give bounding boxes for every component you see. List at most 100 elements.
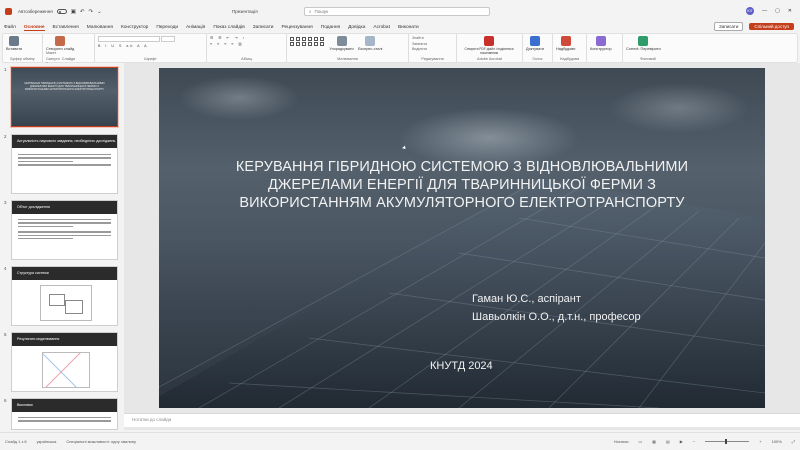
tab-design[interactable]: Конструктор: [121, 25, 148, 30]
thumbnail-title: КЕРУВАННЯ ГІБРИДНОЮ СИСТЕМОЮ З ВІДНОВЛЮВ…: [24, 82, 105, 91]
normal-view-icon[interactable]: ▭: [638, 439, 642, 444]
tab-view[interactable]: Подання: [321, 25, 340, 30]
slide-footer[interactable]: КНУТД 2024: [430, 360, 493, 372]
customize-toolbar-icon[interactable]: ⌄: [97, 9, 102, 15]
close-icon[interactable]: ✕: [788, 8, 792, 14]
arrange-icon: [336, 36, 347, 46]
shapes-gallery[interactable]: [290, 37, 325, 46]
designer-icon: [595, 36, 606, 46]
quick-styles-icon: [365, 36, 376, 46]
tab-animations[interactable]: Анімація: [186, 25, 205, 30]
tab-review[interactable]: Рецензування: [281, 25, 312, 30]
paste-button[interactable]: Вставити: [6, 36, 22, 51]
autosave-label: Автозбереження: [18, 9, 53, 14]
acrobat-icon: [484, 36, 494, 46]
avatar[interactable]: ЮГ: [746, 7, 755, 15]
search-icon: ⌕: [309, 9, 312, 14]
tab-transitions[interactable]: Переходи: [156, 25, 178, 30]
group-label-font: Шрифт: [144, 57, 157, 61]
notes-placeholder: Нотатки до слайда: [132, 417, 172, 422]
thumbnail-background: КЕРУВАННЯ ГІБРИДНОЮ СИСТЕМОЮ З ВІДНОВЛЮВ…: [12, 68, 117, 126]
group-label-editing: Редагування: [421, 57, 444, 61]
correct-button[interactable]: Correct: Перевірити: [626, 36, 661, 51]
dictate-button[interactable]: Диктувати: [526, 36, 544, 51]
search-input[interactable]: ⌕ Пошук: [304, 7, 490, 16]
notes-pane[interactable]: Нотатки до слайда: [124, 413, 800, 427]
tab-help[interactable]: Довідка: [348, 25, 365, 30]
thumbnail-title: Структура системи: [12, 267, 117, 280]
notes-toggle-button[interactable]: Нотатки: [614, 439, 629, 444]
select-button[interactable]: Виділити: [412, 47, 453, 53]
solar-panels-background: [159, 178, 765, 408]
group-label-slides: Слайди: [61, 57, 76, 61]
thumbnail-preview[interactable]: Об'єкт дослідження: [11, 200, 118, 260]
group-label-acrobat: Adobe Acrobat: [477, 57, 502, 61]
tab-draw[interactable]: Малювання: [87, 25, 113, 30]
group-paragraph: ☰ ☰ ⇤ ⇥ ↕ ≡ ≡ ≡ ≡ ▥ Абзац: [207, 34, 287, 62]
tab-slideshow[interactable]: Показ слайдів: [213, 25, 244, 30]
thumbnail-preview[interactable]: Результати моделювання: [11, 332, 118, 392]
paste-icon: [9, 36, 20, 46]
zoom-out-icon[interactable]: −: [693, 439, 695, 444]
tab-execute[interactable]: Виконати: [398, 25, 419, 30]
group-editing: Знайти Замінити Виділити Редагування: [409, 34, 457, 62]
font-family-select[interactable]: [98, 36, 160, 42]
thumbnail-preview[interactable]: Структура системи: [11, 266, 118, 326]
group-slides: Створити слайд Макет Скинути Розділ Слай…: [43, 34, 95, 66]
share-button[interactable]: Спільний доступ: [749, 23, 794, 30]
group-label-voice: Голос: [532, 57, 543, 61]
language-indicator[interactable]: українська: [37, 439, 57, 444]
addins-icon: [560, 36, 571, 46]
save-icon[interactable]: ▣: [71, 9, 76, 15]
thumbnail-number: 1: [4, 67, 7, 72]
thumbnail-preview[interactable]: Висновки: [11, 398, 118, 430]
zoom-in-icon[interactable]: +: [759, 439, 761, 444]
font-format-buttons[interactable]: B I U S ab A A: [98, 44, 203, 50]
tab-home[interactable]: Основне: [23, 25, 45, 31]
fit-to-window-icon[interactable]: ⤢: [792, 439, 795, 444]
thumbnail-title: Об'єкт дослідження: [12, 201, 117, 214]
minimize-icon[interactable]: —: [762, 8, 767, 14]
current-slide[interactable]: КЕРУВАННЯ ГІБРИДНОЮ СИСТЕМОЮ З ВІДНОВЛЮВ…: [159, 68, 765, 408]
create-pdf-button[interactable]: Створити PDF-файл і поділитися посилання…: [460, 36, 518, 55]
thumbnail-preview[interactable]: КЕРУВАННЯ ГІБРИДНОЮ СИСТЕМОЮ З ВІДНОВЛЮВ…: [10, 66, 119, 128]
addins-button[interactable]: Надбудови: [556, 36, 575, 51]
ribbon: Вставити Буфер обміну Створити слайд Мак…: [2, 33, 798, 66]
maximize-icon[interactable]: ▢: [775, 8, 780, 14]
new-slide-icon: [55, 36, 66, 46]
zoom-slider[interactable]: [705, 439, 750, 444]
thumbnail-title: Результати моделювання: [12, 333, 117, 346]
slide-author-2[interactable]: Шавьолкін О.О., д.т.н., професор: [472, 311, 641, 323]
tab-insert[interactable]: Вставлення: [53, 25, 79, 30]
slide-author-1[interactable]: Гаман Ю.С., аспірант: [472, 293, 581, 305]
align-buttons[interactable]: ≡ ≡ ≡ ≡ ▥: [210, 42, 283, 48]
undo-icon[interactable]: ↶: [80, 9, 85, 15]
slideshow-icon[interactable]: ▶: [680, 439, 683, 444]
group-addins: Надбудови Надбудови: [553, 34, 587, 62]
tab-acrobat[interactable]: Acrobat: [373, 25, 390, 30]
designer-button[interactable]: Конструктор: [590, 36, 612, 51]
thumbnail-chart: [42, 352, 90, 388]
new-slide-button[interactable]: Створити слайд: [46, 36, 74, 51]
accessibility-status[interactable]: Спеціальні можливості: одну хвилину: [66, 439, 136, 444]
thumbnail-preview[interactable]: Актуальність наукового завдання, необхід…: [11, 134, 118, 194]
group-proofing: Correct: Перевірити Фоновий: [623, 34, 673, 62]
autosave-toggle[interactable]: [56, 9, 67, 14]
tab-file[interactable]: Файл: [4, 25, 16, 30]
tab-record[interactable]: Записати: [253, 25, 274, 30]
reading-view-icon[interactable]: ▤: [666, 439, 670, 444]
thumbnail-diagram: [40, 285, 92, 321]
slide-thumbnails-panel[interactable]: 1 КЕРУВАННЯ ГІБРИДНОЮ СИСТЕМОЮ З ВІДНОВЛ…: [0, 63, 124, 430]
redo-icon[interactable]: ↷: [89, 9, 94, 15]
slide-editor[interactable]: КЕРУВАННЯ ГІБРИДНОЮ СИСТЕМОЮ З ВІДНОВЛЮВ…: [124, 63, 800, 430]
group-clipboard: Вставити Буфер обміну: [3, 34, 43, 62]
slide-title[interactable]: КЕРУВАННЯ ГІБРИДНОЮ СИСТЕМОЮ З ВІДНОВЛЮВ…: [219, 158, 705, 212]
arrange-button[interactable]: Упорядкувати: [329, 36, 354, 51]
quick-styles-button[interactable]: Експрес-стилі: [358, 36, 382, 51]
thumbnail-number: 5: [4, 332, 7, 337]
font-size-select[interactable]: [161, 36, 176, 42]
slide-sorter-icon[interactable]: ▦: [652, 439, 656, 444]
slide-counter: Слайд 1 з 6: [5, 439, 27, 444]
record-button[interactable]: Записати: [713, 22, 744, 31]
zoom-level[interactable]: 100%: [772, 439, 782, 444]
